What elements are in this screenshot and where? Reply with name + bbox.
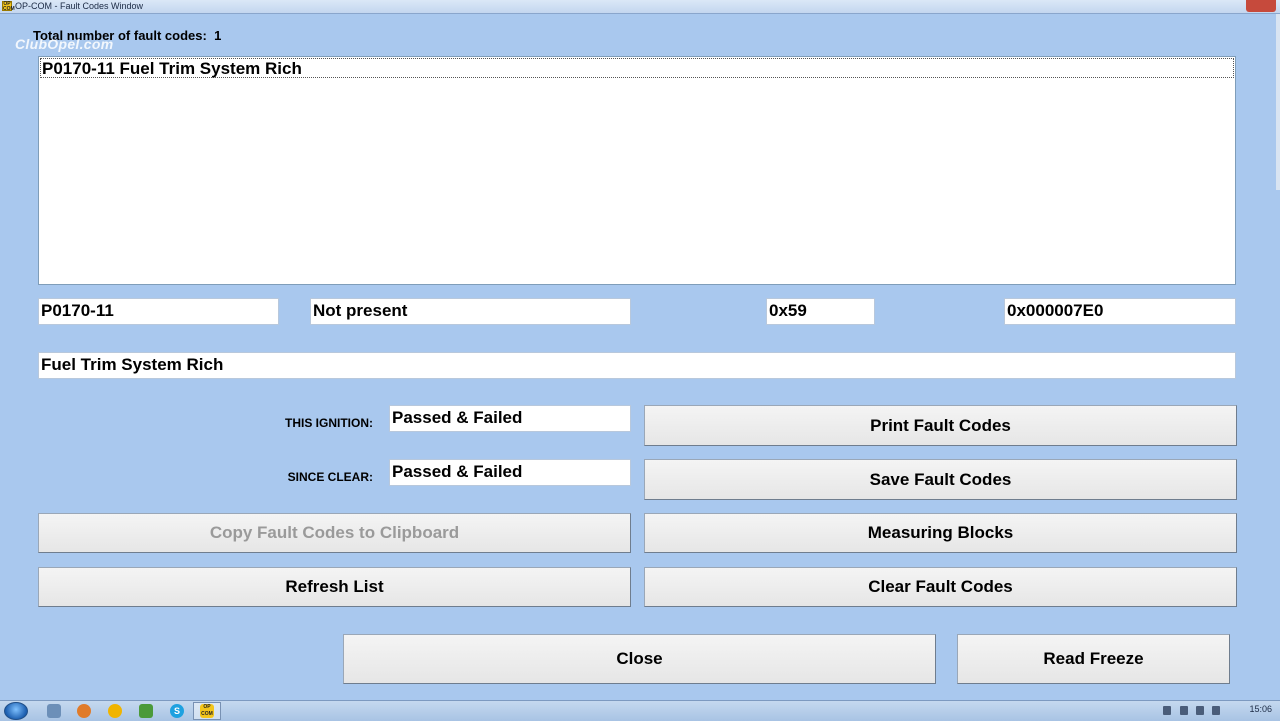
watermark: ClubOpel.com (15, 36, 114, 52)
skype-icon[interactable]: S (170, 704, 184, 718)
start-button[interactable] (4, 702, 28, 720)
close-button[interactable]: Close (343, 634, 936, 684)
fault-code-list[interactable]: P0170-11 Fuel Trim System Rich (38, 56, 1236, 285)
read-freeze-button[interactable]: Read Freeze (957, 634, 1230, 684)
hex-code-field: 0x59 (766, 298, 875, 325)
fault-code-field: P0170-11 (38, 298, 279, 325)
save-fault-codes-button[interactable]: Save Fault Codes (644, 459, 1237, 500)
taskbar: S OP COM 15:06 (0, 700, 1280, 721)
since-clear-field: Passed & Failed (389, 459, 631, 486)
since-clear-label: SINCE CLEAR: (287, 470, 373, 484)
measuring-blocks-button[interactable]: Measuring Blocks (644, 513, 1237, 553)
clear-fault-codes-button[interactable]: Clear Fault Codes (644, 567, 1237, 607)
taskbar-clock[interactable]: 15:06 (1249, 704, 1272, 714)
address-field: 0x000007E0 (1004, 298, 1236, 325)
side-scrollbar[interactable] (1276, 14, 1280, 190)
opcom-app-icon: OP COM (2, 1, 15, 12)
list-item[interactable]: P0170-11 Fuel Trim System Rich (40, 58, 1234, 78)
tray-network-icon[interactable] (1196, 706, 1204, 715)
opcom-taskbar-icon: OP COM (200, 704, 214, 718)
tray-arrow-icon[interactable] (1163, 706, 1171, 715)
print-fault-codes-button[interactable]: Print Fault Codes (644, 405, 1237, 446)
this-ignition-label: THIS IGNITION: (285, 416, 373, 430)
this-ignition-field: Passed & Failed (389, 405, 631, 432)
explorer-icon[interactable] (47, 704, 61, 718)
messenger-icon[interactable] (108, 704, 122, 718)
firefox-icon[interactable] (77, 704, 91, 718)
fault-description-field: Fuel Trim System Rich (38, 352, 1236, 379)
total-count: 1 (214, 28, 222, 43)
copy-to-clipboard-button[interactable]: Copy Fault Codes to Clipboard (38, 513, 631, 553)
refresh-list-button[interactable]: Refresh List (38, 567, 631, 607)
window-titlebar[interactable]: OP COM OP-COM - Fault Codes Window (0, 0, 1280, 14)
window-close-button[interactable] (1246, 0, 1276, 12)
taskbar-opcom-button[interactable]: OP COM (193, 702, 221, 720)
window-title: OP-COM - Fault Codes Window (15, 1, 144, 11)
utorrent-icon[interactable] (139, 704, 153, 718)
tray-battery-icon[interactable] (1180, 706, 1188, 715)
tray-volume-icon[interactable] (1212, 706, 1220, 715)
fault-status-field: Not present (310, 298, 631, 325)
